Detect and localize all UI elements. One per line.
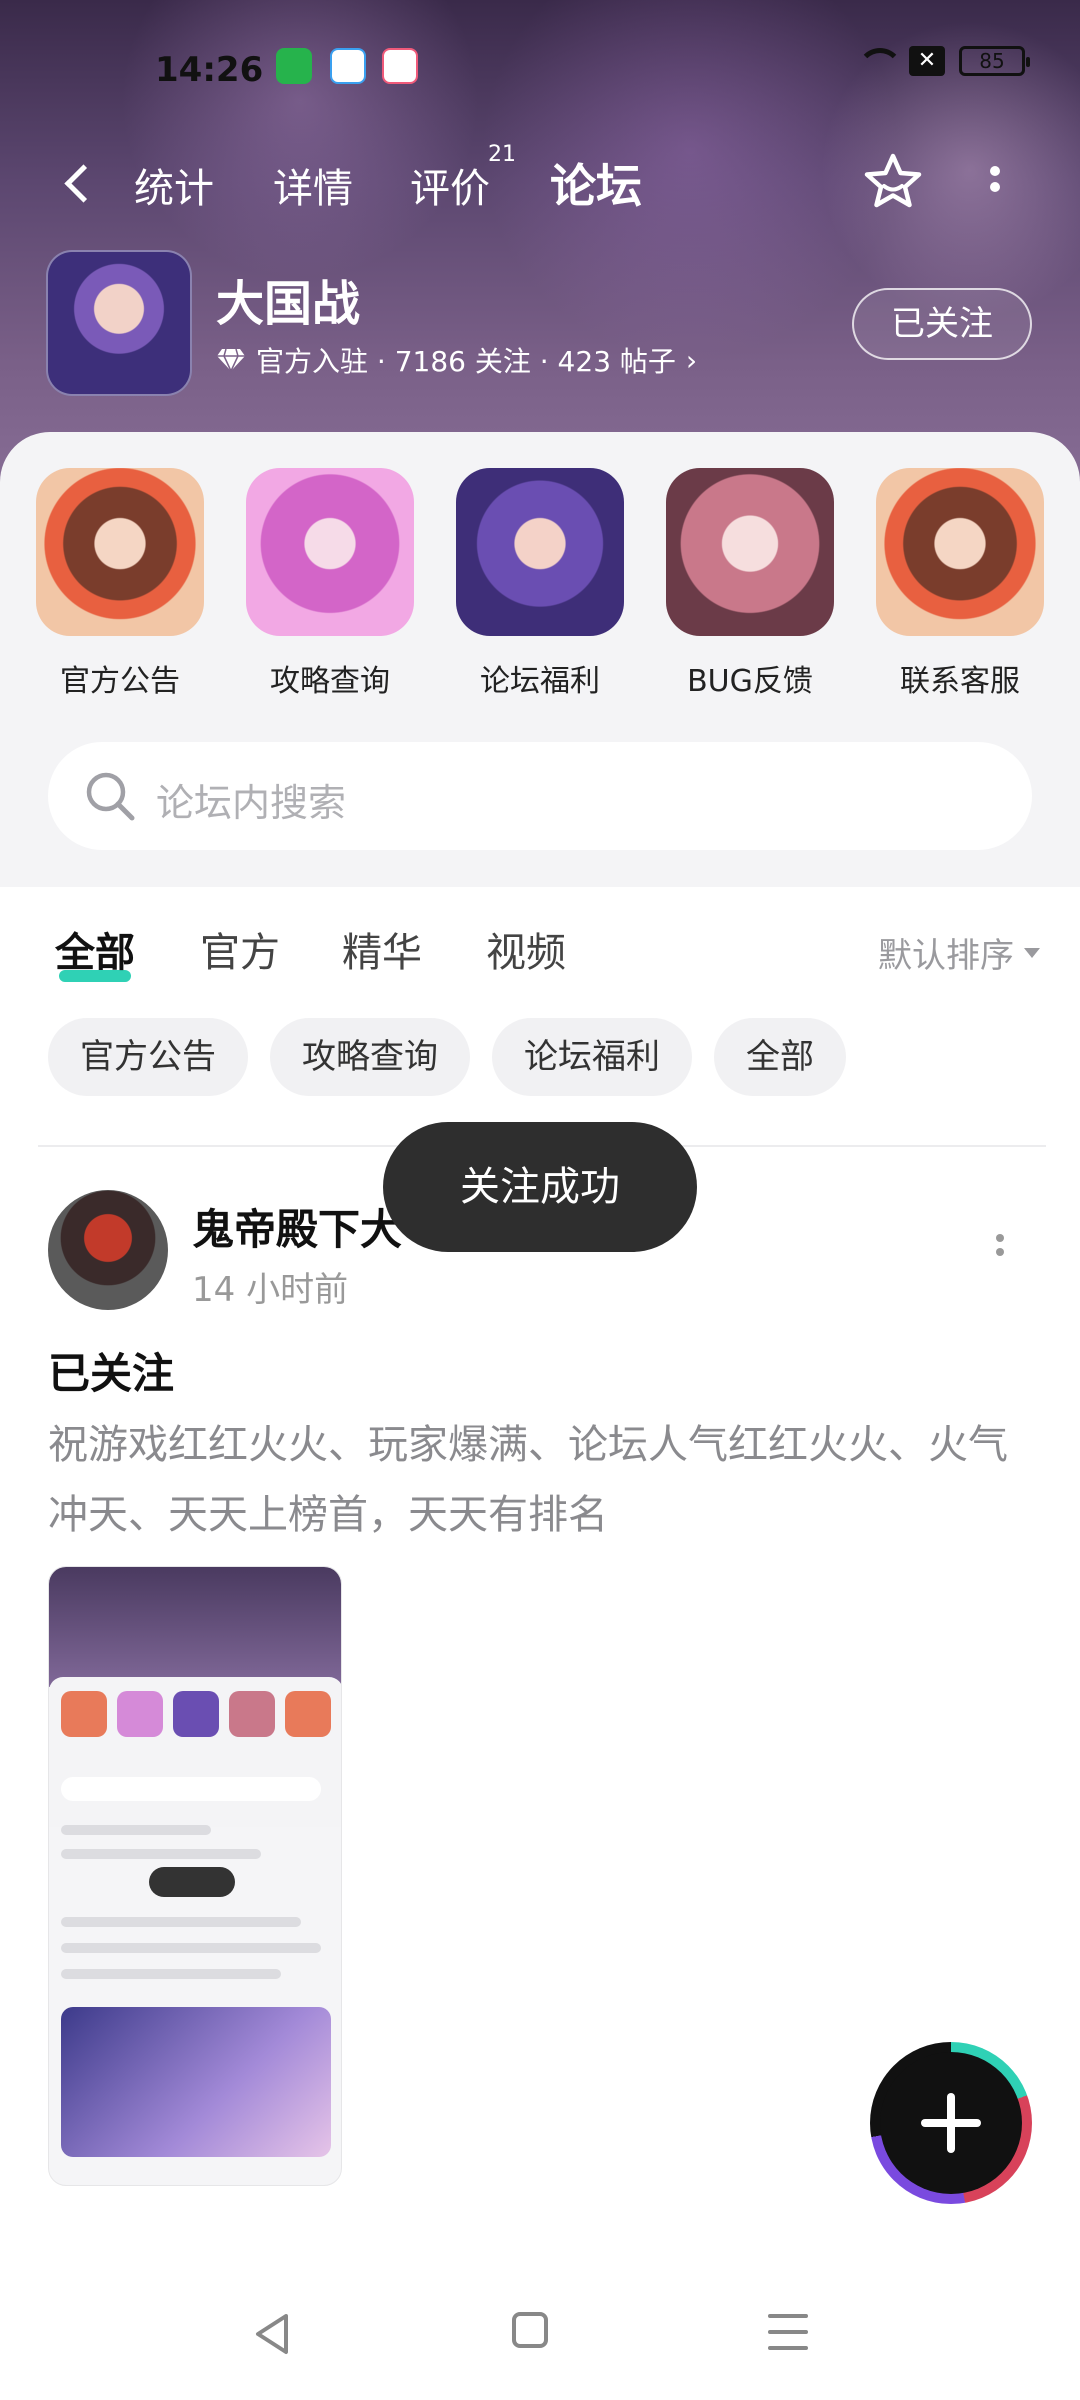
forum-panel: 官方公告 攻略查询 论坛福利 BUG反馈 联系客服 论坛内搜索 [0,432,1080,887]
screenshot-header [49,1567,341,1687]
wifi-icon [855,46,903,76]
chip-forum-benefits[interactable]: 论坛福利 [492,1018,692,1096]
screenshot-artwork [61,2007,331,2157]
post-timestamp: 14 小时前 [192,1270,349,1310]
toast-message: 关注成功 [383,1122,697,1252]
screenshot-line [61,1943,321,1953]
chip-official-notice[interactable]: 官方公告 [48,1018,248,1096]
screenshot-line [61,1917,301,1927]
status-time: 14:26 [155,50,264,90]
system-menu-icon[interactable] [768,2314,808,2350]
caret-down-icon [1024,947,1040,958]
filter-tab-all[interactable]: 全部 [55,920,135,982]
post-more-icon[interactable] [990,1228,1010,1268]
plus-icon [921,2093,981,2153]
screenshot-line [61,1969,281,1979]
shortcut-image [246,468,414,636]
shortcut-grid: 官方公告 攻略查询 论坛福利 BUG反馈 联系客服 [0,468,1080,708]
shortcut-image [876,468,1044,636]
screenshot-toast [149,1867,235,1897]
followed-button[interactable]: 已关注 [852,288,1032,360]
shortcut-label: 官方公告 [60,664,180,699]
post-title[interactable]: 已关注 [48,1340,174,1401]
tab-details[interactable]: 详情 [273,156,353,214]
system-back-icon[interactable] [252,2312,292,2356]
reviews-count-badge: 21 [488,142,516,167]
game-meta[interactable]: 官方入驻 · 7186 关注 · 423 帖子 › [216,340,697,380]
filter-tabs: 全部 官方 精华 视频 默认排序 [0,920,1080,982]
filter-tab-label: 全部 [55,930,135,976]
screenshot-thumb [61,1691,107,1737]
forum-search-bar[interactable]: 论坛内搜索 [48,742,1032,850]
game-title: 大国战 [216,276,361,332]
create-post-button-inner [880,2052,1022,2194]
shortcut-contact-support[interactable]: 联系客服 [875,468,1045,700]
post-author-avatar[interactable] [48,1190,168,1310]
sort-dropdown[interactable]: 默认排序 [878,928,1040,977]
sort-label: 默认排序 [878,936,1014,976]
tab-forum-label: 论坛 [550,159,642,213]
category-chips: 官方公告 攻略查询 论坛福利 全部 [48,1018,846,1096]
notification-app-icon [330,48,366,84]
chevron-right-icon: › [685,343,698,377]
shortcut-image [666,468,834,636]
more-options-icon[interactable] [985,160,1005,210]
screenshot-thumb [173,1691,219,1737]
back-arrow-icon[interactable] [58,158,98,208]
shortcut-guide-search[interactable]: 攻略查询 [245,468,415,700]
screenshot-line [61,1849,261,1859]
filter-tab-official[interactable]: 官方 [200,920,280,978]
tab-forum[interactable]: 论坛 [550,150,642,222]
shortcut-bug-report[interactable]: BUG反馈 [665,468,835,700]
game-info: 大国战 官方入驻 · 7186 关注 · 423 帖子 › 已关注 [0,250,1080,400]
battery-level: 85 [979,49,1005,73]
shortcut-image [456,468,624,636]
screenshot-thumb [229,1691,275,1737]
notification-app-icon [382,48,418,84]
diamond-icon [217,348,245,372]
screenshot-line [61,1825,211,1835]
search-placeholder: 论坛内搜索 [156,781,347,825]
search-icon [86,772,135,821]
shortcut-label: 攻略查询 [270,664,390,699]
status-bar: 14:26 ✕ 85 [0,40,1080,100]
shortcut-forum-benefits[interactable]: 论坛福利 [455,468,625,700]
game-avatar[interactable] [46,250,192,396]
tab-reviews[interactable]: 评价 [410,156,490,214]
security-app-icon [276,48,312,84]
post-screenshot-image[interactable] [48,1566,342,2186]
chip-guide-search[interactable]: 攻略查询 [270,1018,470,1096]
battery-icon: 85 [959,46,1030,76]
create-post-button[interactable] [870,2042,1032,2204]
system-home-icon[interactable] [512,2312,548,2348]
filter-tab-video[interactable]: 视频 [486,920,566,978]
system-navigation-bar [0,2270,1080,2400]
post-author-name[interactable]: 鬼帝殿下大 [192,1196,402,1257]
screenshot-thumb [285,1691,331,1737]
screenshot-thumb [117,1691,163,1737]
tab-stats[interactable]: 统计 [134,156,214,214]
no-sim-icon: ✕ [909,46,945,76]
favorite-star-icon[interactable] [860,150,926,216]
shortcut-official-notice[interactable]: 官方公告 [35,468,205,700]
filter-tab-featured[interactable]: 精华 [342,920,422,978]
shortcut-label: 论坛福利 [480,664,600,699]
post-body[interactable]: 祝游戏红红火火、玩家爆满、论坛人气红红火火、火气冲天、天天上榜首，天天有排名 [48,1410,1038,1550]
shortcut-label: BUG反馈 [687,664,813,699]
screenshot-search [61,1777,321,1801]
chip-all[interactable]: 全部 [714,1018,846,1096]
top-nav: 统计 详情 评价 21 论坛 [0,142,1080,222]
shortcut-image [36,468,204,636]
game-stats-text: 官方入驻 · 7186 关注 · 423 帖子 [256,345,676,378]
shortcut-label: 联系客服 [900,664,1020,699]
